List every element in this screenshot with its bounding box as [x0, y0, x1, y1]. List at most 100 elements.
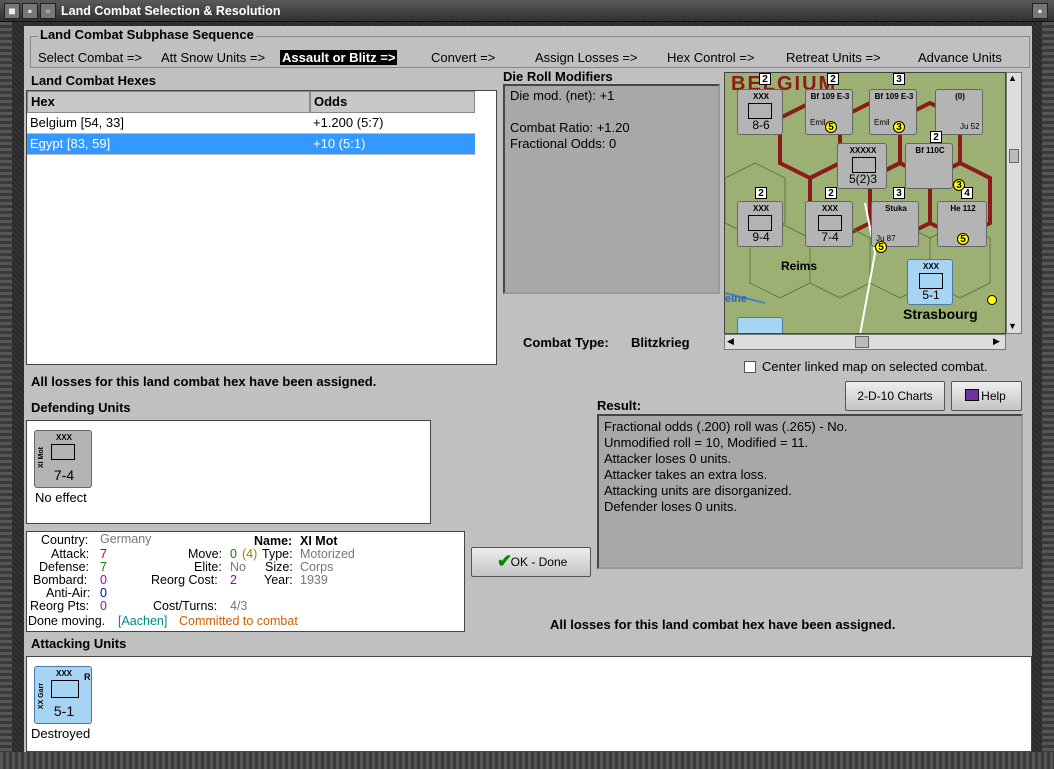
map-counter[interactable] — [737, 317, 783, 333]
map-badge: 2 — [825, 187, 837, 199]
attacking-unit-status: Destroyed — [31, 726, 91, 741]
scroll-down-icon[interactable]: ▼ — [1008, 321, 1017, 331]
reorg-cost-value: 2 — [230, 573, 237, 587]
window-frame-bottom — [0, 752, 1054, 769]
map-label-strasbourg: Strasbourg — [903, 306, 978, 322]
air-counter[interactable]: (0) Ju 52 — [935, 89, 983, 135]
result-line: Defender loses 0 units. — [604, 499, 737, 514]
table-row-selected[interactable]: +10 (5:1) — [310, 134, 475, 155]
cost-turns-label: Cost/Turns: — [153, 599, 218, 613]
window-frame-left — [0, 22, 12, 769]
window-title: Land Combat Selection & Resolution — [61, 4, 281, 18]
scroll-left-icon[interactable]: ◀ — [727, 336, 734, 347]
combat-type-label: Combat Type: — [523, 335, 609, 350]
map-badge: 5 — [825, 121, 837, 133]
window-frame-right — [1042, 22, 1054, 769]
status-committed: Committed to combat — [179, 614, 298, 628]
losses-assigned-msg-bottom: All losses for this land combat hex have… — [550, 617, 896, 632]
city-dot — [987, 295, 997, 305]
close-icon[interactable]: ▪ — [1032, 3, 1048, 19]
col-odds-header[interactable]: Odds — [310, 91, 475, 113]
map-badge: 5 — [875, 241, 887, 253]
ok-done-button[interactable]: OK - Done — [471, 547, 591, 577]
country-label: Country: — [41, 533, 89, 547]
scroll-up-icon[interactable]: ▲ — [1008, 73, 1017, 83]
checkmark-icon: ✔ — [497, 551, 513, 571]
year-value: 1939 — [300, 573, 328, 587]
defending-unit-status: No effect — [35, 490, 87, 505]
map-badge: 2 — [930, 131, 942, 143]
map-counter[interactable]: XXXXX 5(2)3 — [837, 143, 887, 189]
map-badge: 3 — [893, 73, 905, 85]
reorg-pts-label: Reorg Pts: — [30, 599, 90, 613]
center-map-label[interactable]: Center linked map on selected combat. — [762, 359, 987, 374]
charts-button[interactable]: 2-D-10 Charts — [845, 381, 945, 411]
die-mods-title: Die Roll Modifiers — [503, 69, 613, 84]
map-badge: 2 — [755, 187, 767, 199]
table-row[interactable]: +1.200 (5:7) — [310, 113, 475, 134]
ok-done-label: OK - Done — [510, 555, 568, 569]
combat-ratio: Combat Ratio: +1.20 — [510, 120, 630, 135]
map-badge: 2 — [827, 73, 839, 85]
scroll-thumb-h[interactable] — [855, 336, 869, 348]
step-select-combat[interactable]: Select Combat => — [38, 50, 142, 65]
table-row[interactable]: Belgium [54, 33] — [27, 113, 310, 134]
defending-units-title: Defending Units — [31, 400, 131, 415]
reorg-cost-label: Reorg Cost: — [151, 573, 218, 587]
result-line: Unmodified roll = 10, Modified = 11. — [604, 435, 809, 450]
combat-hexes-title: Land Combat Hexes — [31, 73, 156, 88]
result-line: Attacker takes an extra loss. — [604, 467, 768, 482]
map-badge: 3 — [893, 121, 905, 133]
result-line: Attacking units are disorganized. — [604, 483, 792, 498]
step-hex-control[interactable]: Hex Control => — [667, 50, 754, 65]
air-counter[interactable]: Stuka Ju 87 — [871, 201, 919, 247]
country-value: Germany — [100, 532, 152, 546]
map-label-rhine: eine — [725, 293, 748, 305]
map-badge: 5 — [957, 233, 969, 245]
map-counter[interactable]: XXX 7-4 — [805, 201, 853, 247]
map-badge: 3 — [953, 179, 965, 191]
air-counter[interactable]: Bf 110C — [905, 143, 953, 189]
col-hex-header[interactable]: Hex — [27, 91, 310, 113]
step-assault-blitz[interactable]: Assault or Blitz => — [280, 50, 398, 65]
map-horizontal-scrollbar[interactable]: ◀ ▶ — [724, 334, 1006, 350]
table-row-selected[interactable]: Egypt [83, 59] — [27, 134, 310, 155]
linked-map[interactable]: BELGIUM Reims Strasbourg eine XXX 8-6 Bf… — [724, 72, 1006, 334]
scroll-right-icon[interactable]: ▶ — [993, 336, 1000, 347]
status-location: [Aachen] — [118, 614, 168, 628]
step-att-snow[interactable]: Att Snow Units => — [161, 50, 265, 65]
result-line: Fractional odds (.200) roll was (.265) -… — [604, 419, 848, 434]
year-label: Year: — [264, 573, 293, 587]
map-label-reims: Reims — [781, 259, 818, 273]
help-book-icon — [965, 389, 979, 401]
attacking-unit-counter[interactable]: XXX R XX Garr 5-1 — [34, 666, 92, 724]
step-advance[interactable]: Advance Units — [918, 50, 1002, 65]
defending-unit-counter[interactable]: XXX XI Mot 7-4 — [34, 430, 92, 488]
subphase-title: Land Combat Subphase Sequence — [38, 27, 256, 42]
step-assign-losses[interactable]: Assign Losses => — [535, 50, 638, 65]
attacking-units-box — [26, 656, 1032, 752]
die-mods-box — [503, 84, 720, 294]
attacking-units-title: Attacking Units — [31, 636, 127, 651]
system-menu-icon[interactable]: ■ — [4, 3, 20, 19]
step-convert[interactable]: Convert => — [431, 50, 495, 65]
restore-icon[interactable]: ▫ — [40, 3, 56, 19]
die-mod-net: Die mod. (net): +1 — [510, 88, 615, 103]
map-badge: 2 — [759, 73, 771, 85]
reorg-pts-value: 0 — [100, 599, 107, 613]
step-retreat[interactable]: Retreat Units => — [786, 50, 881, 65]
map-counter[interactable]: XXX 9-4 — [737, 201, 783, 247]
help-button[interactable]: Help — [951, 381, 1022, 411]
status-prefix: Done moving. — [28, 614, 106, 628]
minimize-icon[interactable]: ▪ — [22, 3, 38, 19]
map-vertical-scrollbar[interactable]: ▲ ▼ — [1006, 72, 1022, 334]
map-counter-selected[interactable]: XXX 5-1 — [907, 259, 953, 305]
scroll-thumb-v[interactable] — [1009, 149, 1019, 163]
result-line: Attacker loses 0 units. — [604, 451, 732, 466]
fractional-odds: Fractional Odds: 0 — [510, 136, 617, 151]
losses-assigned-msg: All losses for this land combat hex have… — [31, 374, 377, 389]
center-map-checkbox[interactable] — [744, 361, 756, 373]
combat-type-value: Blitzkrieg — [631, 335, 690, 350]
help-label: Help — [981, 389, 1006, 403]
map-counter[interactable]: XXX 8-6 — [737, 89, 783, 135]
